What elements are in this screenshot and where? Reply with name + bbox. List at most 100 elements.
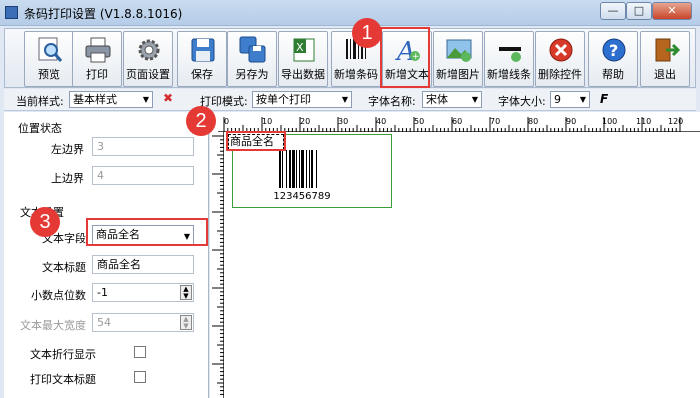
ruler-label: 70 — [490, 117, 501, 126]
properties-panel: 位置状态 左边界 3 上边界 4 文本设置 文本字段 商品全名▼ 文本标题 商品… — [4, 112, 209, 398]
ruler-label: 120 — [668, 117, 684, 126]
bold-toggle[interactable]: F — [600, 92, 608, 106]
add-line-label: 新增线条 — [487, 68, 531, 81]
maximize-button[interactable]: □ — [626, 2, 652, 20]
preview-icon — [38, 37, 63, 62]
svg-text:X: X — [296, 41, 304, 54]
page-setup-button[interactable]: 页面设置 — [123, 31, 173, 87]
ruler-label: 110 — [636, 117, 652, 126]
step-badge-2: 2 — [186, 106, 216, 136]
decimals-value: -1 — [97, 286, 108, 299]
step-badge-1: 1 — [352, 18, 382, 48]
delete-control-button[interactable]: 删除控件 — [535, 31, 585, 87]
font-size-label: 字体大小: — [498, 95, 546, 108]
highlight-text-element — [226, 131, 286, 151]
export-data-label: 导出数据 — [281, 68, 325, 81]
chevron-down-icon: ▼ — [579, 95, 586, 104]
chevron-down-icon: ▼ — [341, 95, 348, 104]
printer-icon — [85, 37, 111, 63]
line-icon — [499, 47, 521, 62]
style-label: 当前样式: — [16, 95, 64, 108]
font-name-label: 字体名称: — [368, 95, 416, 108]
print-mode-value: 按单个打印 — [256, 93, 311, 106]
font-size-value: 9 — [554, 93, 561, 106]
app-icon — [5, 6, 18, 19]
text-title-label: 文本标题 — [42, 261, 86, 274]
print-label: 打印 — [86, 68, 108, 81]
add-barcode-label: 新增条码 — [334, 68, 378, 81]
picture-icon — [446, 39, 472, 62]
add-image-label: 新增图片 — [436, 68, 480, 81]
preview-button[interactable]: 预览 — [24, 31, 74, 87]
print-title-label: 打印文本标题 — [30, 373, 96, 386]
main-toolbar: 预览 打印 页面设置 保存 另存为 X 导出数据 新增条码 A + 新增文本 新增… — [4, 28, 696, 88]
text-title-field[interactable]: 商品全名 — [92, 255, 194, 274]
save-as-button[interactable]: 另存为 — [227, 31, 277, 87]
max-width-label: 文本最大宽度 — [20, 319, 86, 332]
ruler-label: 40 — [376, 117, 387, 126]
print-button[interactable]: 打印 — [72, 31, 122, 87]
print-title-checkbox[interactable] — [134, 371, 146, 383]
max-width-value: 54 — [97, 316, 111, 329]
font-size-select[interactable]: 9 ▼ — [550, 91, 590, 108]
minimize-button[interactable]: — — [600, 2, 626, 20]
top-margin-field[interactable]: 4 — [92, 166, 194, 185]
ruler-label: 50 — [414, 117, 425, 126]
max-width-field[interactable]: 54 ▲ ▼ — [92, 313, 194, 332]
clear-style-icon[interactable]: ✖ — [160, 91, 176, 108]
excel-icon: X — [293, 38, 315, 62]
decimals-label: 小数点位数 — [31, 289, 86, 302]
gear-icon — [138, 39, 160, 61]
save-icon — [191, 38, 215, 62]
help-button[interactable]: ? 帮助 — [588, 31, 638, 87]
ruler-label: 30 — [338, 117, 349, 126]
save-as-icon — [239, 36, 266, 63]
style-select[interactable]: 基本样式 ▼ — [69, 91, 153, 108]
decimals-field[interactable]: -1 ▲ ▼ — [92, 283, 194, 302]
add-line-button[interactable]: 新增线条 — [484, 31, 534, 87]
chevron-down-icon: ▼ — [471, 95, 478, 104]
vertical-ruler-ticks — [212, 135, 224, 395]
help-icon: ? — [602, 38, 626, 62]
top-margin-label: 上边界 — [51, 172, 84, 185]
add-image-button[interactable]: 新增图片 — [433, 31, 483, 87]
ruler-label: 90 — [566, 117, 577, 126]
ruler-label: 80 — [528, 117, 539, 126]
help-label: 帮助 — [602, 68, 624, 81]
chevron-down-icon: ▼ — [142, 95, 149, 104]
print-mode-select[interactable]: 按单个打印 ▼ — [252, 91, 352, 108]
close-button[interactable]: ✕ — [652, 2, 692, 20]
spin-arrows-icon[interactable]: ▲ ▼ — [180, 315, 192, 330]
left-margin-field[interactable]: 3 — [92, 137, 194, 156]
exit-button[interactable]: 退出 — [640, 31, 690, 87]
ruler-label: 100 — [602, 117, 618, 126]
ruler-label: 10 — [262, 117, 273, 126]
export-data-button[interactable]: X 导出数据 — [278, 31, 328, 87]
ruler-label: 60 — [452, 117, 463, 126]
font-name-select[interactable]: 宋体 ▼ — [422, 91, 482, 108]
save-label: 保存 — [191, 68, 213, 81]
spin-arrows-icon[interactable]: ▲ ▼ — [180, 285, 192, 300]
barcode-number: 123456789 — [273, 191, 331, 202]
left-margin-label: 左边界 — [51, 143, 84, 156]
position-group-title: 位置状态 — [18, 122, 62, 135]
highlight-add-text — [380, 27, 430, 88]
save-button[interactable]: 保存 — [177, 31, 227, 87]
save-as-label: 另存为 — [235, 68, 269, 81]
page-setup-label: 页面设置 — [126, 68, 170, 81]
options-bar: 当前样式: 基本样式 ▼ ✖ 打印模式: 按单个打印 ▼ 字体名称: 宋体 ▼ 字体大… — [4, 89, 696, 111]
horizontal-ruler: 0 10 20 30 40 50 60 70 80 90 100 110 120 — [218, 117, 700, 132]
ruler-label: 0 — [224, 117, 230, 126]
preview-label: 预览 — [38, 68, 60, 81]
delete-icon — [549, 38, 573, 62]
style-select-value: 基本样式 — [73, 93, 117, 106]
exit-icon — [655, 38, 680, 62]
title-bar: 条码打印设置 (V1.8.8.1016) — □ ✕ — [0, 0, 700, 26]
wrap-text-checkbox[interactable] — [134, 346, 146, 358]
wrap-text-label: 文本折行显示 — [30, 348, 96, 361]
barcode-element[interactable] — [278, 150, 326, 188]
svg-text:?: ? — [609, 41, 618, 60]
delete-control-label: 删除控件 — [538, 68, 582, 81]
vertical-ruler — [212, 132, 224, 398]
highlight-text-field — [86, 218, 208, 246]
